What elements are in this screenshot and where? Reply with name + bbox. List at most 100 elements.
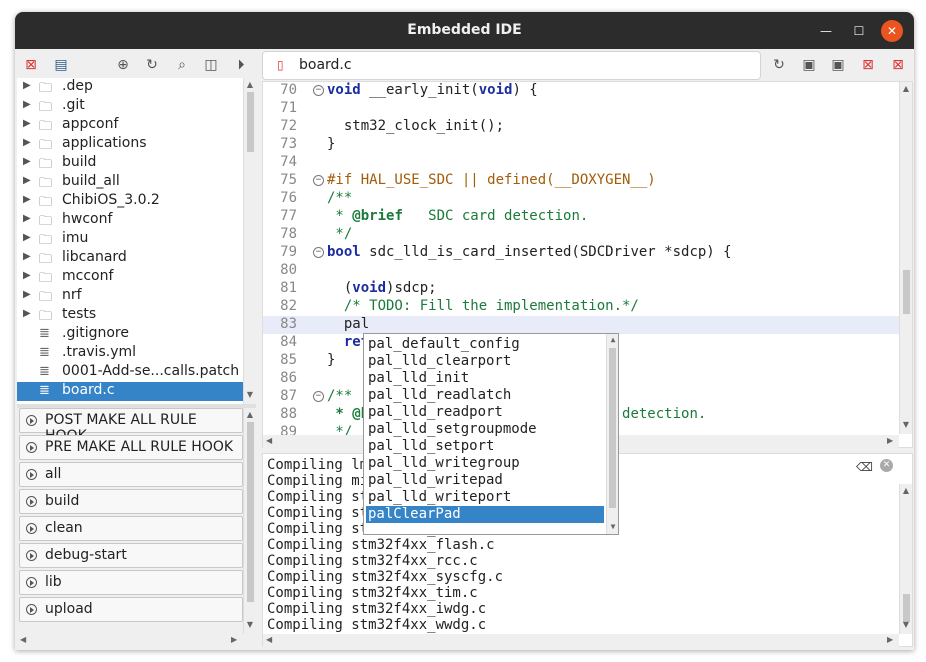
code-line[interactable]: 78 */ [263, 226, 899, 244]
tree-item[interactable]: ≣ .travis.yml [17, 344, 243, 363]
scrollbar-thumb[interactable] [247, 422, 254, 602]
scroll-up-icon[interactable]: ▲ [244, 410, 256, 419]
code-line[interactable]: 72 stm32_clock_init(); [263, 118, 899, 136]
tree-item[interactable]: ▶ 🗀 mcconf [17, 268, 243, 287]
expand-arrow-icon[interactable]: ▶ [23, 99, 31, 110]
code-line[interactable]: 77 * @brief SDC card detection. [263, 208, 899, 226]
target-button[interactable]: clean [19, 516, 243, 541]
tree-item[interactable]: ▶ 🗀 build_all [17, 173, 243, 192]
target-button[interactable]: upload [19, 597, 243, 622]
autocomplete-scrollbar[interactable]: ▲ ▼ [606, 334, 618, 534]
tree-scrollbar[interactable]: ▲ ▼ [243, 78, 256, 404]
autocomplete-item[interactable]: pal_lld_writegroup [366, 455, 604, 472]
find-icon[interactable]: ⊕ [113, 55, 133, 75]
code-line[interactable]: 73} [263, 136, 899, 154]
code-line[interactable]: 70− void __early_init(void) { [263, 82, 899, 100]
search-icon[interactable]: ⌕ [172, 55, 192, 75]
autocomplete-item[interactable]: pal_lld_init [366, 370, 604, 387]
save-all-icon[interactable]: ▣ [828, 55, 848, 75]
target-button[interactable]: build [19, 489, 243, 514]
stop-icon[interactable]: ✕ [880, 459, 893, 472]
expand-arrow-icon[interactable]: ▶ [23, 156, 31, 167]
scroll-left-icon[interactable]: ◀ [266, 635, 272, 644]
code-line[interactable]: 75 − #if HAL_USE_SDC || defined(__DOXYGEN_… [263, 172, 899, 190]
scroll-left-icon[interactable]: ◀ [266, 436, 272, 445]
autocomplete-item[interactable]: pal_lld_setport [366, 438, 604, 455]
scrollbar-thumb[interactable] [247, 92, 254, 152]
expand-arrow-icon[interactable]: ▶ [23, 289, 31, 300]
scroll-down-icon[interactable]: ▼ [900, 620, 912, 629]
tree-item[interactable]: ▶ 🗀 appconf [17, 116, 243, 135]
autocomplete-item[interactable]: pal_lld_writepad [366, 472, 604, 489]
minimize-icon[interactable]: — [815, 20, 837, 42]
autocomplete-item[interactable]: pal_default_config [366, 336, 604, 353]
code-line[interactable]: 76 /** [263, 190, 899, 208]
close-window-icon[interactable]: ✕ [881, 20, 903, 42]
editor-scrollbar[interactable]: ▲ ▼ [899, 82, 912, 434]
expand-arrow-icon[interactable]: ▶ [23, 137, 31, 148]
scrollbar-thumb[interactable] [903, 270, 910, 314]
expand-arrow-icon[interactable]: ▶ [23, 213, 31, 224]
expand-arrow-icon[interactable]: ▶ [23, 175, 31, 186]
scroll-up-icon[interactable]: ▲ [244, 80, 256, 89]
target-button[interactable]: all [19, 462, 243, 487]
expand-arrow-icon[interactable]: ▶ [23, 308, 31, 319]
scrollbar-thumb[interactable] [609, 348, 616, 508]
project-view-icon[interactable]: ▤ [51, 55, 71, 75]
target-button[interactable]: lib [19, 570, 243, 595]
autocomplete-item[interactable]: pal_lld_writeport [366, 489, 604, 506]
scroll-down-icon[interactable]: ▼ [244, 620, 256, 629]
code-line[interactable]: 74 [263, 154, 899, 172]
tree-item[interactable]: ▶ 🗀 imu [17, 230, 243, 249]
scroll-down-icon[interactable]: ▼ [244, 390, 256, 399]
tree-item[interactable]: ≣ .gitignore [17, 325, 243, 344]
code-line[interactable]: 80 [263, 262, 899, 280]
targets-scrollbar[interactable]: ▲ ▼ [243, 408, 256, 634]
autocomplete-item[interactable]: pal_lld_readlatch [366, 387, 604, 404]
tree-item[interactable]: ▶ 🗀 libcanard [17, 249, 243, 268]
fold-toggle-icon[interactable]: − [313, 175, 324, 186]
close-file-icon[interactable]: ⊠ [858, 55, 878, 75]
autocomplete-item[interactable]: pal_lld_clearport [366, 353, 604, 370]
tree-item[interactable]: ▶ 🗀 tests [17, 306, 243, 325]
fold-toggle-icon[interactable]: − [313, 85, 324, 96]
scroll-up-icon[interactable]: ▲ [900, 486, 912, 495]
refresh-icon[interactable]: ↻ [142, 55, 162, 75]
autocomplete-item[interactable]: pal_lld_readport [366, 404, 604, 421]
autocomplete-item[interactable]: palClearPad [366, 506, 604, 523]
tree-item[interactable]: ≣ board.c [17, 382, 243, 401]
scroll-right-icon[interactable]: ▶ [887, 436, 893, 445]
expand-arrow-icon[interactable]: ▶ [23, 80, 31, 91]
scroll-up-icon[interactable]: ▲ [607, 335, 619, 344]
tree-item[interactable]: ▶ 🗀 nrf [17, 287, 243, 306]
scroll-up-icon[interactable]: ▲ [900, 84, 912, 93]
scroll-down-icon[interactable]: ▼ [607, 522, 619, 531]
target-button[interactable]: POST MAKE ALL RULE HOOK [19, 408, 243, 444]
code-line[interactable]: 71 [263, 100, 899, 118]
scroll-left-icon[interactable]: ◀ [20, 635, 26, 644]
tree-item[interactable]: ▶ 🗀 applications [17, 135, 243, 154]
expand-arrow-icon[interactable]: ▶ [23, 270, 31, 281]
expand-arrow-icon[interactable]: ▶ [23, 232, 31, 243]
fold-toggle-icon[interactable]: − [313, 391, 324, 402]
close-all-icon[interactable]: ⊠ [888, 55, 908, 75]
code-line[interactable]: 81 (void)sdcp; [263, 280, 899, 298]
close-project-icon[interactable]: ⊠ [21, 55, 41, 75]
expand-arrow-icon[interactable]: ▶ [23, 194, 31, 205]
targets-hscrollbar[interactable]: ◀ ▶ [17, 634, 243, 647]
tree-item[interactable]: ▶ 🗀 build [17, 154, 243, 173]
clear-output-icon[interactable]: ⌫ [856, 460, 873, 474]
scroll-right-icon[interactable]: ▶ [887, 635, 893, 644]
tree-item[interactable]: ▶ 🗀 ChibiOS_3.0.2 [17, 192, 243, 211]
scroll-down-icon[interactable]: ▼ [900, 420, 912, 429]
fold-toggle-icon[interactable]: − [313, 247, 324, 258]
expand-arrow-icon[interactable]: ▶ [23, 251, 31, 262]
maximize-icon[interactable]: ☐ [848, 20, 870, 42]
tree-item[interactable]: ≣ 0001-Add-se...calls.patch [17, 363, 243, 382]
export-icon[interactable]: ◫ [201, 55, 221, 75]
output-scrollbar[interactable]: ▲ ▼ [899, 484, 912, 634]
expand-arrow-icon[interactable]: ▶ [23, 118, 31, 129]
run-icon[interactable]: ⏵ [231, 55, 251, 75]
target-button[interactable]: debug-start [19, 543, 243, 568]
autocomplete-item[interactable]: pal_lld_setgroupmode [366, 421, 604, 438]
